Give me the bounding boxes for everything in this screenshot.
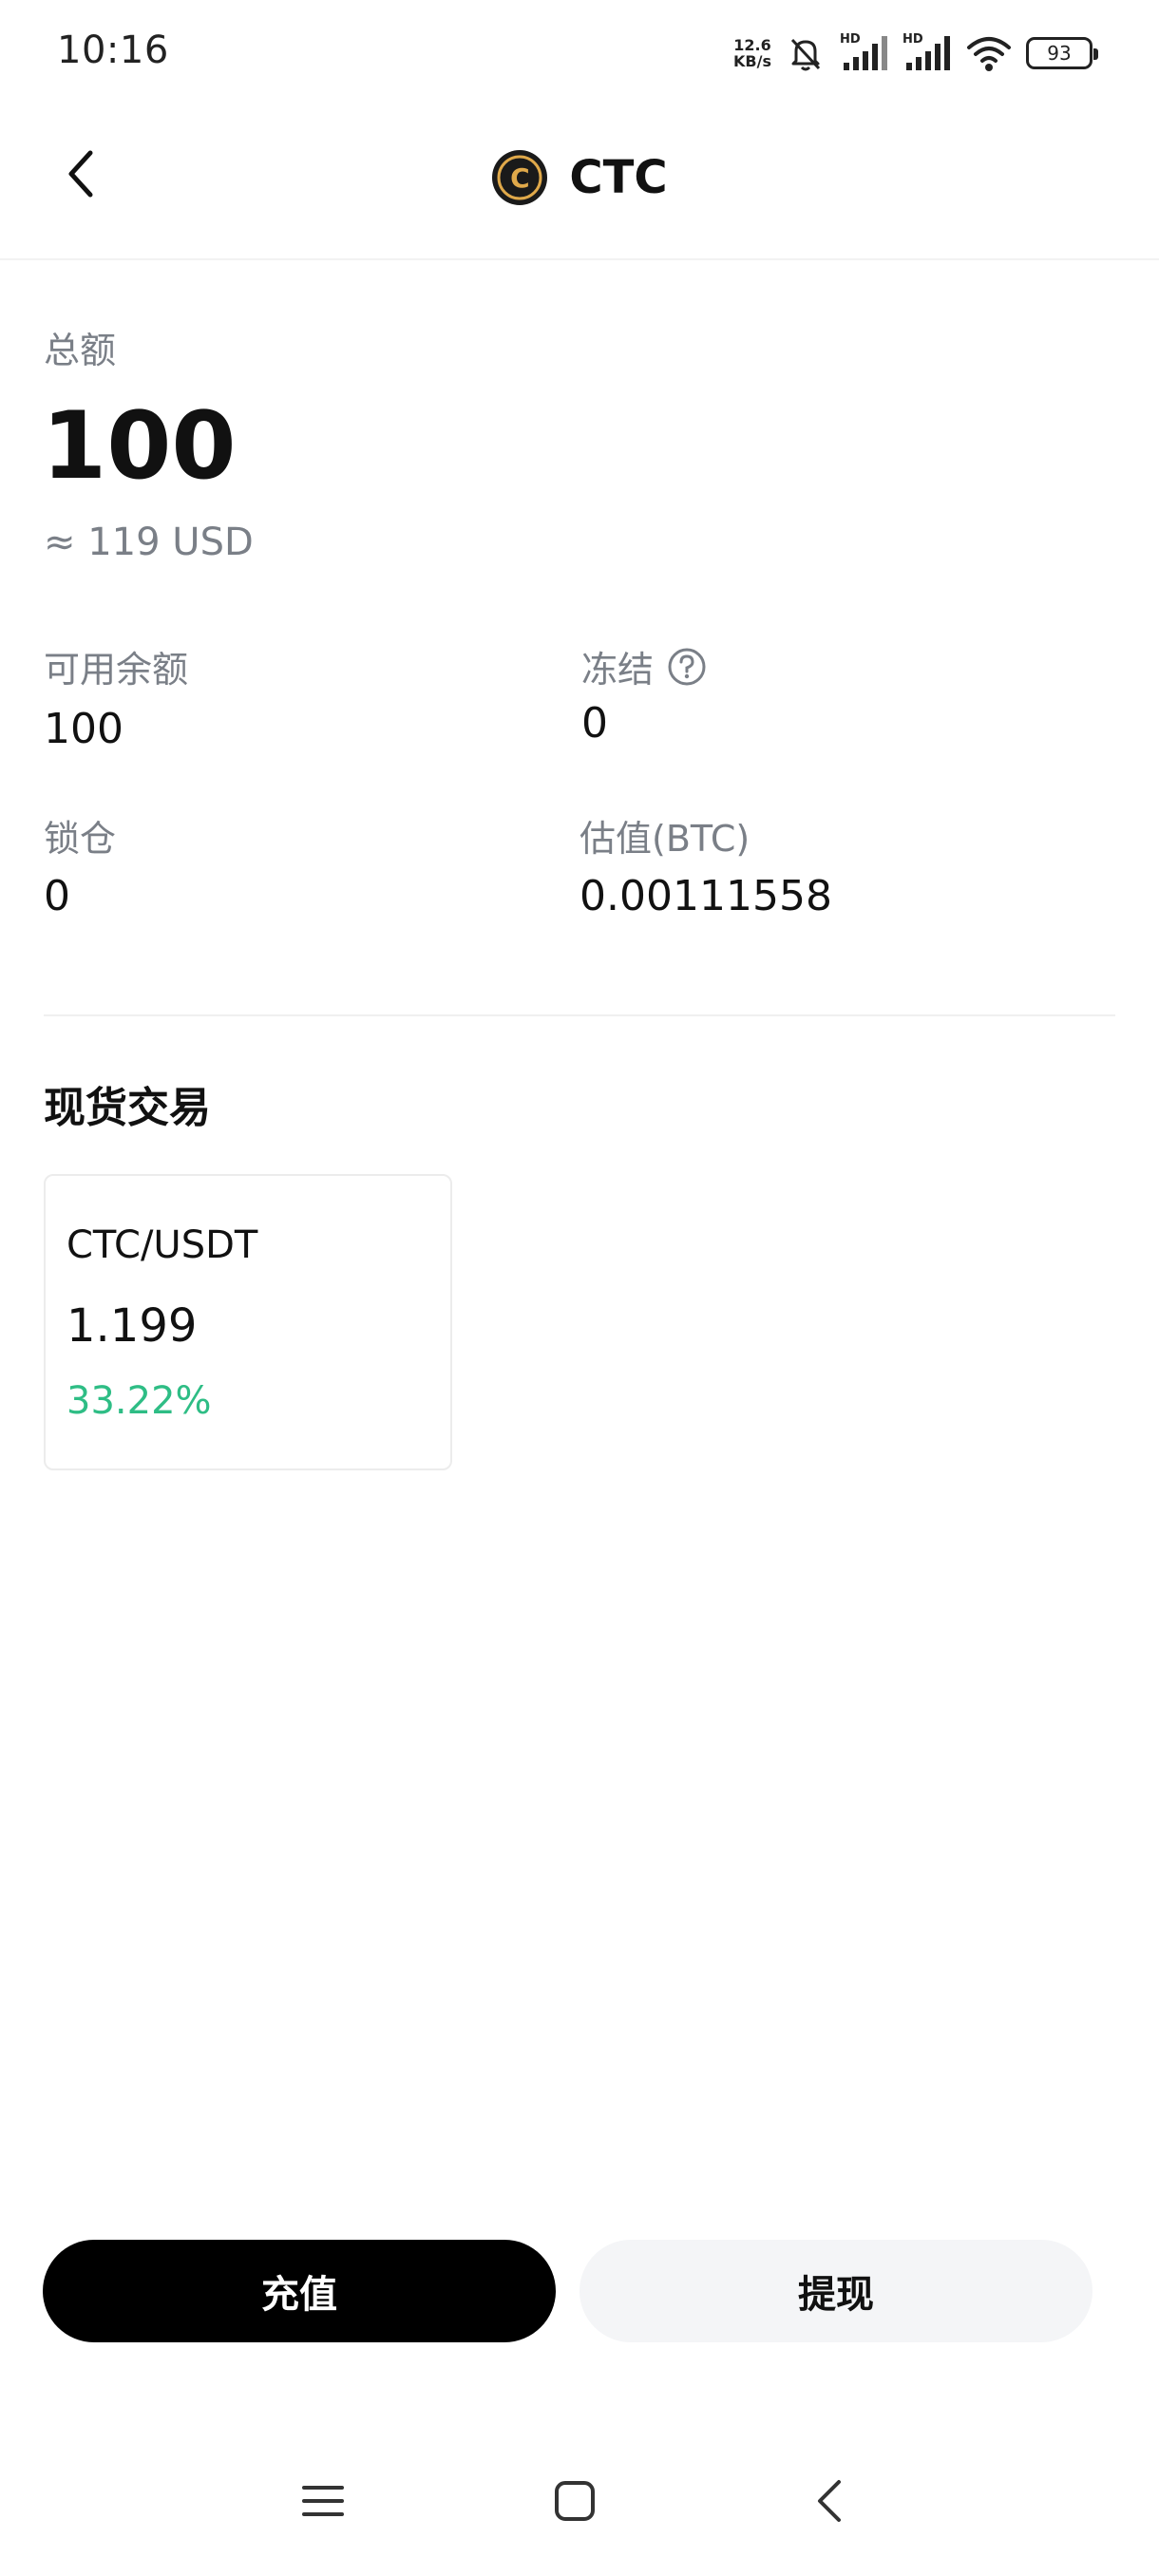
total-usd-value: ≈ 119 USD xyxy=(44,521,254,564)
frozen-label: 冻结 xyxy=(581,640,707,692)
withdraw-button[interactable]: 提现 xyxy=(580,2240,1092,2342)
signal-strength-icon: HD xyxy=(840,32,889,74)
valuation-btc-label: 估值(BTC) xyxy=(580,809,750,862)
pair-price: 1.199 xyxy=(66,1299,198,1353)
valuation-btc-label-text: 估值(BTC) xyxy=(580,818,750,860)
trading-pair-card[interactable]: CTC/USDT 1.199 33.22% xyxy=(44,1174,452,1470)
wifi-icon xyxy=(965,32,1013,74)
battery-level: 93 xyxy=(1047,42,1072,65)
available-balance-label-text: 可用余额 xyxy=(44,649,189,691)
available-balance-value: 100 xyxy=(44,705,124,753)
nav-menu-button[interactable] xyxy=(280,2460,366,2546)
available-balance-label: 可用余额 xyxy=(44,640,188,692)
battery-icon: 93 xyxy=(1026,37,1098,69)
status-time: 10:16 xyxy=(57,28,169,72)
deposit-button[interactable]: 充值 xyxy=(43,2240,556,2342)
locked-label: 锁仓 xyxy=(44,809,116,862)
page-title: CTC xyxy=(569,151,668,204)
network-speed-unit: KB/s xyxy=(733,52,771,70)
question-circle-icon[interactable] xyxy=(667,647,707,687)
section-divider xyxy=(44,1014,1115,1016)
frozen-value: 0 xyxy=(581,699,608,748)
chevron-left-icon xyxy=(812,2476,846,2529)
network-speed: 12.6 KB/s xyxy=(733,37,771,69)
mute-bell-icon xyxy=(785,32,826,74)
asset-detail-page: 10:16 12.6 KB/s HD HD 93 C CTC 总额 100 ≈ … xyxy=(0,0,1159,2576)
frozen-label-text: 冻结 xyxy=(581,649,655,691)
app-header: C CTC xyxy=(0,104,1159,260)
pair-change-percent: 33.22% xyxy=(66,1379,212,1423)
header-title-group: C CTC xyxy=(0,144,1159,211)
nav-home-button[interactable] xyxy=(532,2460,618,2546)
locked-value: 0 xyxy=(44,872,70,920)
nav-back-button[interactable] xyxy=(787,2460,872,2546)
spot-trading-title: 现货交易 xyxy=(44,1084,211,1132)
signal-strength-icon-2: HD xyxy=(902,32,952,74)
pair-name: CTC/USDT xyxy=(66,1223,258,1267)
home-square-icon xyxy=(552,2478,598,2528)
locked-label-text: 锁仓 xyxy=(44,818,117,860)
total-value: 100 xyxy=(42,392,237,501)
coin-logo-letter: C xyxy=(510,161,530,194)
status-bar: 10:16 12.6 KB/s HD HD 93 xyxy=(0,0,1159,104)
total-label: 总额 xyxy=(44,330,117,371)
coin-logo-icon: C xyxy=(491,149,548,206)
valuation-btc-value: 0.00111558 xyxy=(580,872,832,920)
network-speed-value: 12.6 xyxy=(733,36,771,54)
menu-icon xyxy=(300,2480,346,2526)
status-icons: 12.6 KB/s HD HD 93 xyxy=(733,30,1098,76)
system-nav-bar xyxy=(0,2460,1159,2546)
